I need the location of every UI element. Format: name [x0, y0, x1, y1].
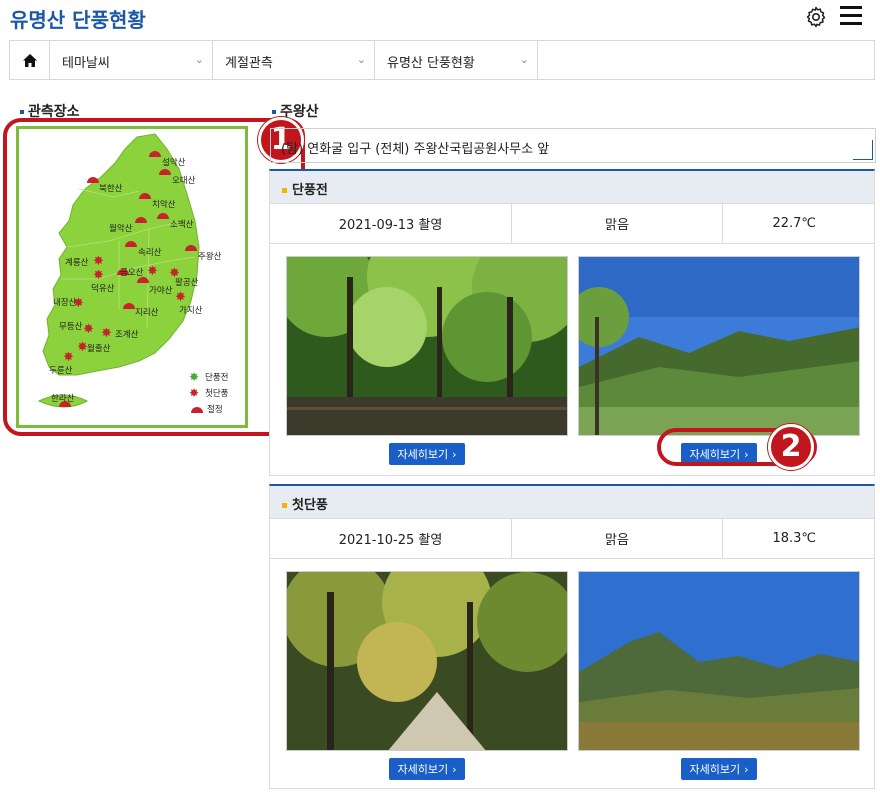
nav-dropdown-label: 유명산 단풍현황: [387, 56, 475, 71]
menu-icon[interactable]: [840, 6, 862, 26]
panel-title: 첫단풍: [292, 498, 328, 513]
photo-mountain[interactable]: [578, 256, 860, 436]
info-row: 2021-09-13 촬영 맑음 22.7℃: [270, 204, 874, 244]
photo-row: 자세히보기 › 자세히보기 ›: [270, 559, 874, 784]
nav-dropdown-foliage-status[interactable]: 유명산 단풍현황 ⌄: [375, 41, 538, 79]
nav-dropdown-theme-weather[interactable]: 테마날씨 ⌄: [50, 41, 213, 79]
nav-dropdown-season-observation[interactable]: 계절관측 ⌄: [213, 41, 375, 79]
weather: 맑음: [512, 204, 723, 243]
breadcrumb-nav: 테마날씨 ⌄ 계절관측 ⌄ 유명산 단풍현황 ⌄: [9, 40, 875, 80]
panel-first-foliage: 첫단풍 2021-10-25 촬영 맑음 18.3℃ 자세히보기 › 자세히보기…: [269, 484, 875, 789]
weather: 맑음: [512, 519, 723, 558]
chevron-down-icon: ⌄: [194, 53, 204, 66]
temperature: 18.3℃: [772, 531, 816, 546]
chevron-down-icon: ⌄: [519, 53, 529, 66]
home-icon[interactable]: [10, 41, 50, 79]
photo-forest[interactable]: [286, 256, 568, 436]
chevron-down-icon: ⌄: [356, 53, 366, 66]
photo-forest-autumn[interactable]: [286, 571, 568, 751]
temperature: 22.7℃: [772, 216, 816, 231]
photo-mountain-autumn[interactable]: [578, 571, 860, 751]
chevron-right-icon: ›: [452, 762, 457, 776]
capture-date: 2021-10-25 촬영: [270, 519, 512, 558]
panel-header: 단풍전: [270, 171, 874, 204]
gear-icon[interactable]: [804, 5, 828, 29]
highlight-box-map: [3, 118, 305, 436]
section-title-mountain: 주왕산: [272, 101, 319, 121]
location-select-value: (탐) 연화굴 입구 (전체) 주왕산국립공원사무소 앞: [281, 142, 550, 157]
chevron-right-icon: ›: [744, 762, 749, 776]
capture-date: 2021-09-13 촬영: [270, 204, 512, 243]
panel-header: 첫단풍: [270, 486, 874, 519]
annotation-badge-2: 2: [768, 424, 814, 470]
detail-button[interactable]: 자세히보기 ›: [389, 758, 465, 780]
detail-button[interactable]: 자세히보기 ›: [681, 758, 757, 780]
detail-button[interactable]: 자세히보기 ›: [389, 443, 465, 465]
location-select[interactable]: (탐) 연화굴 입구 (전체) 주왕산국립공원사무소 앞: [270, 128, 876, 163]
nav-dropdown-label: 계절관측: [225, 56, 273, 71]
page-title: 유명산 단풍현황: [10, 8, 146, 32]
nav-dropdown-label: 테마날씨: [62, 56, 110, 71]
info-row: 2021-10-25 촬영 맑음 18.3℃: [270, 519, 874, 559]
detail-button-label: 자세히보기: [689, 763, 741, 776]
panel-title: 단풍전: [292, 183, 328, 198]
detail-button-label: 자세히보기: [397, 448, 449, 461]
select-corner: [853, 140, 873, 160]
chevron-right-icon: ›: [452, 447, 457, 461]
detail-button-label: 자세히보기: [397, 763, 449, 776]
section-title-text: 주왕산: [280, 104, 319, 120]
